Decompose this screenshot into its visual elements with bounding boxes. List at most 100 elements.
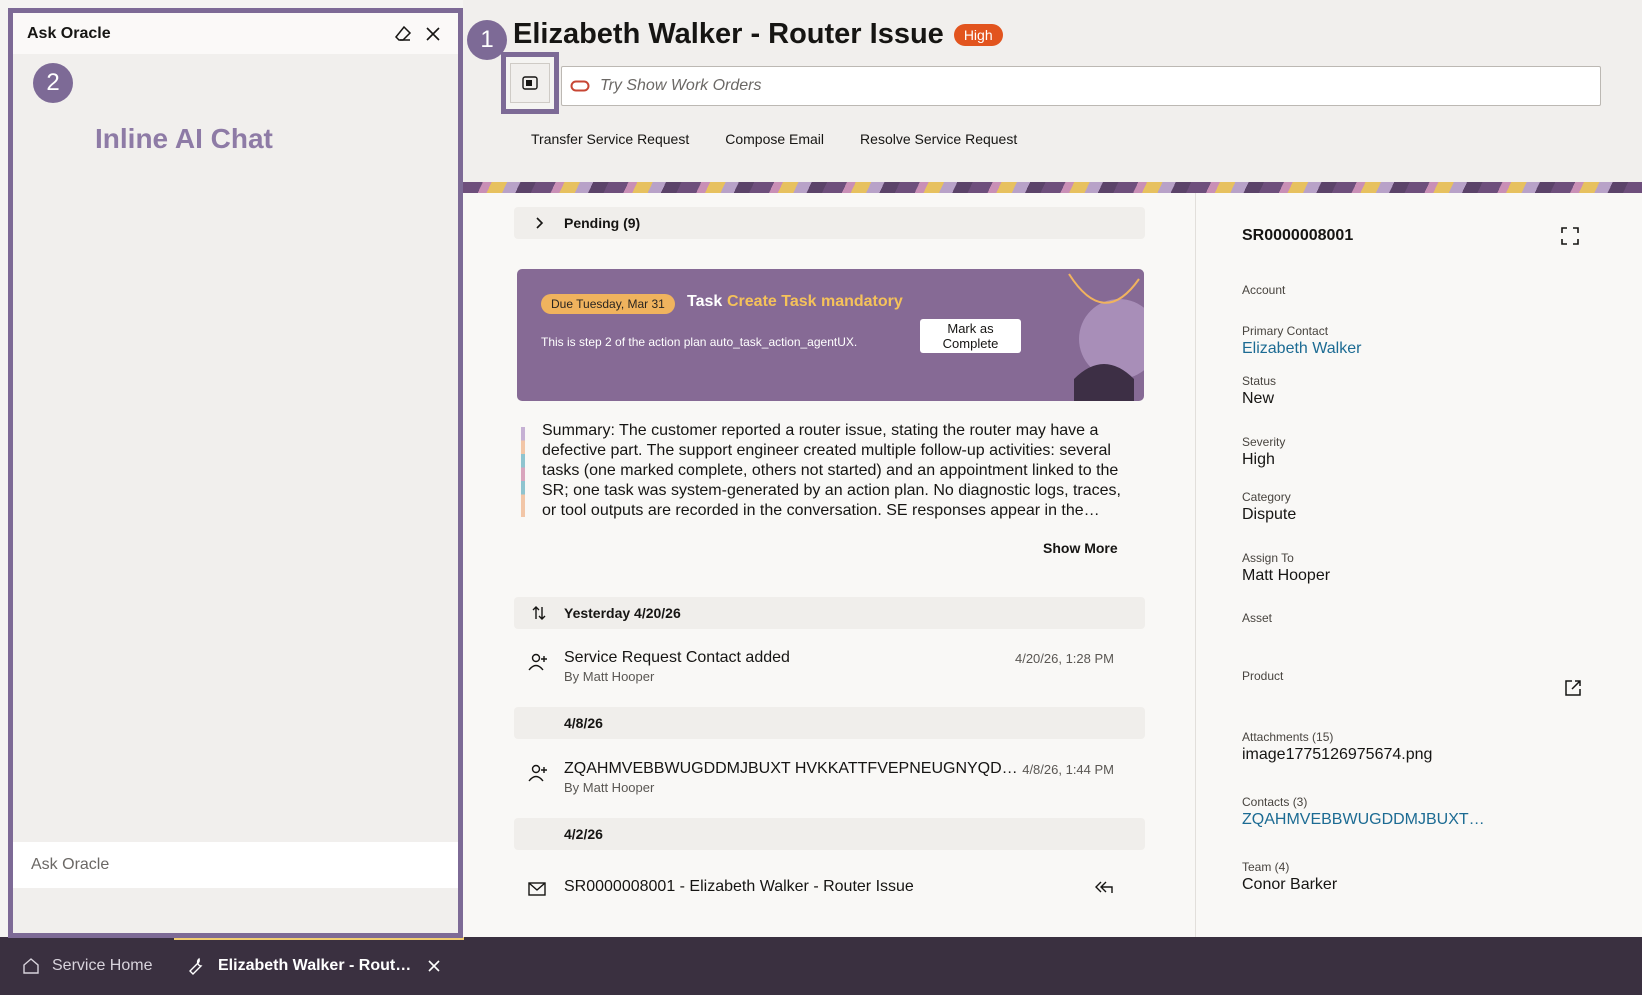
field-value: New — [1242, 390, 1275, 407]
primary-contact-link[interactable]: Elizabeth Walker — [1242, 340, 1361, 358]
field-assign-to: Assign To Matt Hooper — [1242, 551, 1330, 585]
field-label: Contacts (3) — [1242, 795, 1308, 809]
field-label: Assign To — [1242, 551, 1294, 565]
activity-author: By Matt Hooper — [564, 669, 655, 684]
expand-icon[interactable] — [1561, 227, 1579, 250]
date-group-header: 4/8/26 — [514, 707, 1145, 739]
inline-ai-chat-panel: Ask Oracle Inline AI Chat — [8, 8, 463, 938]
add-contact-icon — [528, 764, 548, 787]
field-account: Account — [1242, 283, 1285, 299]
field-team: Team (4) Conor Barker — [1242, 860, 1337, 894]
field-attachments: Attachments (15) image1775126975674.png — [1242, 730, 1432, 764]
tab-label: Service Home — [52, 957, 153, 974]
field-label: Severity — [1242, 435, 1286, 449]
date-group-header: 4/2/26 — [514, 818, 1145, 850]
field-value: Conor Barker — [1242, 876, 1338, 893]
activity-item[interactable]: ZQAHMVEBBWUGDDMJBUXT HVKKATTFVEPNEUGNYQD… — [514, 760, 1114, 804]
close-icon — [426, 26, 440, 41]
sort-icon[interactable] — [514, 605, 564, 621]
field-label: Status — [1242, 374, 1277, 388]
pending-section-toggle[interactable]: Pending (9) — [514, 207, 1145, 239]
service-request-title: Elizabeth Walker - Router Issue — [513, 18, 944, 50]
ask-oracle-input[interactable] — [13, 842, 458, 888]
tab-label: Elizabeth Walker - Rout… — [218, 957, 412, 974]
pending-label: Pending (9) — [564, 215, 641, 231]
home-icon — [22, 958, 40, 974]
tab-service-request[interactable]: Elizabeth Walker - Rout… — [174, 937, 464, 995]
close-tab-button[interactable] — [427, 959, 441, 973]
eraser-icon — [394, 25, 412, 41]
page-header: Elizabeth Walker - Router Issue High Tra… — [463, 0, 1642, 182]
decorative-pattern — [1068, 273, 1144, 401]
field-label: Account — [1242, 283, 1286, 297]
field-severity: Severity High — [1242, 435, 1285, 469]
summary-accent-bar — [521, 427, 525, 517]
resolve-service-request-button[interactable]: Resolve Service Request — [860, 131, 1017, 147]
action-bar: Transfer Service Request Compose Email R… — [531, 131, 1017, 147]
transfer-service-request-button[interactable]: Transfer Service Request — [531, 131, 689, 147]
task-card: Due Tuesday, Mar 31 Task Create Task man… — [517, 269, 1144, 401]
search-row — [501, 52, 1601, 114]
chevron-right-icon — [514, 217, 564, 229]
field-label: Asset — [1242, 611, 1273, 625]
date-group-label: Yesterday 4/20/26 — [564, 605, 681, 621]
email-icon — [528, 882, 546, 901]
bottom-tab-bar: Service Home Elizabeth Walker - Rout… — [0, 937, 1642, 995]
compose-email-button[interactable]: Compose Email — [725, 131, 824, 147]
severity-badge: High — [953, 23, 1003, 46]
callout-marker: 1 — [467, 20, 507, 60]
activity-title: ZQAHMVEBBWUGDDMJBUXT HVKKATTFVEPNEUGNYQD… — [564, 760, 1018, 777]
field-label: Team (4) — [1242, 860, 1290, 874]
search-input[interactable] — [600, 77, 1587, 95]
mark-as-complete-button[interactable]: Mark as Complete — [920, 319, 1021, 353]
search-box — [561, 66, 1601, 106]
ai-summary: Summary: The customer reported a router … — [521, 421, 1121, 521]
wrench-icon — [188, 957, 206, 975]
field-label: Primary Contact — [1242, 324, 1329, 338]
activity-title: SR0000008001 - Elizabeth Walker - Router… — [564, 878, 914, 895]
page-title: Elizabeth Walker - Router Issue High — [513, 18, 1003, 51]
activity-timestamp: 4/20/26, 1:28 PM — [1014, 651, 1114, 666]
ai-chat-toggle-button[interactable] — [501, 52, 559, 114]
details-panel: SR0000008001 Account Primary Contact Eli… — [1195, 193, 1642, 937]
field-category: Category Dispute — [1242, 490, 1296, 524]
activity-item[interactable]: Service Request Contact added By Matt Ho… — [514, 649, 1114, 693]
due-date-badge: Due Tuesday, Mar 31 — [541, 294, 675, 314]
activity-item[interactable]: SR0000008001 - Elizabeth Walker - Router… — [514, 878, 1114, 922]
field-value: Matt Hooper — [1242, 567, 1331, 584]
activity-title: Service Request Contact added — [564, 649, 790, 666]
close-icon — [428, 960, 440, 972]
activity-timestamp: 4/8/26, 1:44 PM — [1022, 762, 1114, 777]
field-contacts: Contacts (3) ZQAHMVEBBWUGDDMJBUXT… — [1242, 795, 1485, 829]
field-label: Attachments (15) — [1242, 730, 1334, 744]
contact-link[interactable]: ZQAHMVEBBWUGDDMJBUXT… — [1242, 811, 1485, 829]
field-asset: Asset — [1242, 611, 1272, 627]
summary-text: Summary: The customer reported a router … — [542, 422, 1121, 519]
decorative-banner — [463, 182, 1642, 193]
show-more-button[interactable]: Show More — [1043, 540, 1118, 556]
field-product: Product — [1242, 669, 1283, 685]
activity-author: By Matt Hooper — [564, 780, 655, 795]
tab-service-home[interactable]: Service Home — [0, 937, 174, 995]
task-type-label: Task — [687, 293, 723, 310]
field-primary-contact: Primary Contact Elizabeth Walker — [1242, 324, 1361, 358]
add-contact-icon — [528, 653, 548, 676]
field-value: Dispute — [1242, 506, 1297, 523]
panel-toggle-icon — [522, 76, 538, 90]
date-group-label: 4/2/26 — [564, 826, 603, 842]
clear-chat-button[interactable] — [388, 19, 418, 49]
task-name-link[interactable]: Create Task mandatory — [727, 293, 903, 311]
close-chat-button[interactable] — [418, 19, 448, 49]
reply-all-icon[interactable] — [1094, 880, 1114, 897]
date-group-header: Yesterday 4/20/26 — [514, 597, 1145, 629]
chat-annotation-label: Inline AI Chat — [95, 123, 273, 154]
attachment-value[interactable]: image1775126975674.png — [1242, 746, 1432, 764]
task-description: This is step 2 of the action plan auto_t… — [541, 335, 858, 349]
activity-feed: Pending (9) Due Tuesday, Mar 31 Task Cre… — [463, 193, 1195, 937]
field-label: Product — [1242, 669, 1284, 683]
chat-header: Ask Oracle — [13, 13, 458, 54]
external-link-icon[interactable] — [1564, 679, 1582, 702]
oracle-logo-icon — [570, 80, 590, 92]
sr-number: SR0000008001 — [1242, 227, 1354, 244]
field-value: High — [1242, 451, 1275, 468]
